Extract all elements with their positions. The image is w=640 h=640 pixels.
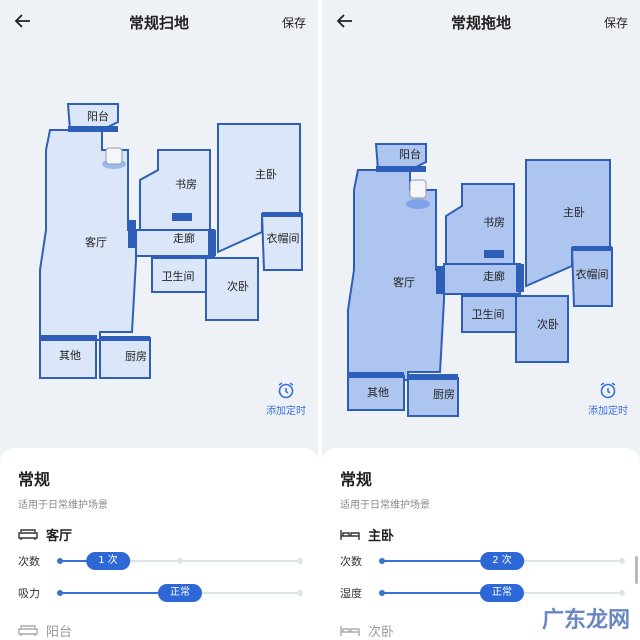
count-setting: 次数 1 次 [18,547,303,575]
room-name: 次卧 [368,624,395,640]
save-button[interactable]: 保存 [282,14,306,31]
robot-dock-icon[interactable] [102,147,126,169]
header: 常规拖地 保存 [322,0,640,44]
alarm-clock-icon [278,382,294,399]
count-slider[interactable]: 1 次 [57,552,303,570]
room-label-bathroom: 卫生间 [162,269,195,283]
slider-value-pill[interactable]: 2 次 [480,552,524,570]
slider-step[interactable] [57,590,63,596]
room-label-living: 客厅 [393,275,415,289]
scrollbar[interactable] [635,556,638,584]
slider-step[interactable] [619,558,625,564]
mode-subtitle: 适用于日常维护场景 [18,500,108,511]
mode-title: 常规 [18,470,51,489]
room-label-master: 主卧 [563,206,585,219]
settings-sheet: 常规 适用于日常维护场景 客厅 次数 1 次 吸力 正常 阳台 [0,448,318,640]
floor-map: 阳台 书房 主卧 客厅 走廊 衣帽间 卫生间 次卧 其他 厨房 [0,80,318,400]
humidity-slider[interactable]: 正常 [379,584,625,602]
room-label-corridor: 走廊 [173,231,195,245]
sofa-icon [18,529,38,540]
room-label-bathroom: 卫生间 [472,307,505,321]
slider-step[interactable] [177,558,183,564]
room-label-bedroom2: 次卧 [227,279,249,293]
bed-icon [340,530,360,540]
room-label-kitchen: 厨房 [125,350,147,363]
room-label-study: 书房 [175,178,197,191]
room-label-kitchen: 厨房 [433,388,455,401]
room-living[interactable] [347,169,445,381]
slider-value-pill[interactable]: 正常 [480,584,524,602]
save-button[interactable]: 保存 [604,14,628,31]
room-name: 客厅 [46,528,73,544]
room-label-balcony: 阳台 [87,109,109,123]
setting-label: 次数 [18,555,40,568]
room-name: 阳台 [46,624,73,640]
add-timer-button[interactable]: 添加定时 [256,380,316,417]
page-title: 常规拖地 [450,14,511,32]
sofa-icon [18,625,38,636]
setting-label: 湿度 [340,587,362,600]
mop-panel: 常规拖地 保存 阳台 书房 主卧 客厅 走廊 衣帽间 卫生间 次卧 其他 厨房 … [322,0,640,640]
room-label-other: 其他 [367,386,389,399]
slider-step[interactable] [379,558,385,564]
floor-map-svg: 阳台 书房 主卧 客厅 走廊 衣帽间 卫生间 次卧 其他 厨房 [39,103,303,379]
room-label-cloakroom: 衣帽间 [267,231,300,245]
slider-value-pill[interactable]: 1 次 [86,552,130,570]
slider-step[interactable] [57,558,63,564]
bed-icon [340,626,360,636]
setting-label: 吸力 [18,587,40,600]
mode-title: 常规 [340,470,373,489]
suction-slider[interactable]: 正常 [57,584,303,602]
watermark-logo: 广东龙网 [541,608,630,633]
add-timer-label: 添加定时 [266,406,306,417]
room-row[interactable]: 阳台 [18,621,300,640]
setting-label: 次数 [340,555,362,568]
room-corridor[interactable] [443,263,521,295]
room-row[interactable]: 主卧 [340,525,622,544]
slider-step[interactable] [379,590,385,596]
room-label-study: 书房 [483,216,505,229]
room-label-balcony: 阳台 [399,147,421,161]
alarm-clock-icon [600,382,616,399]
room-label-other: 其他 [59,349,81,362]
slider-step[interactable] [297,558,303,564]
room-label-bedroom2: 次卧 [537,317,559,331]
count-setting: 次数 2 次 [340,547,625,575]
room-label-cloakroom: 衣帽间 [576,267,609,281]
room-name: 主卧 [368,528,395,544]
header: 常规扫地 保存 [0,0,318,44]
robot-dock-icon[interactable] [406,179,430,209]
add-timer-button[interactable]: 添加定时 [578,380,638,417]
sweep-panel: 常规扫地 保存 阳台 书房 主卧 客厅 走廊 衣帽间 卫生间 次卧 其他 厨房 … [0,0,318,640]
slider-step[interactable] [297,590,303,596]
slider-step[interactable] [619,590,625,596]
room-label-corridor: 走廊 [483,269,505,283]
mode-subtitle: 适用于日常维护场景 [340,500,430,511]
add-timer-label: 添加定时 [588,406,628,417]
room-row[interactable]: 客厅 [18,525,300,544]
room-label-master: 主卧 [255,168,277,181]
page-title: 常规扫地 [128,14,189,32]
suction-setting: 吸力 正常 [18,579,303,607]
slider-value-pill[interactable]: 正常 [158,584,202,602]
room-label-living: 客厅 [85,235,107,249]
count-slider[interactable]: 2 次 [379,552,625,570]
